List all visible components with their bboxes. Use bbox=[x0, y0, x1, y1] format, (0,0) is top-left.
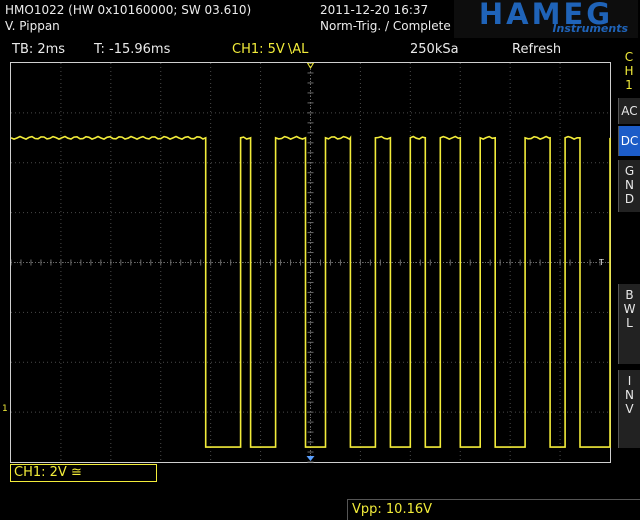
user-name: V. Pippan bbox=[5, 19, 60, 33]
inv-letter: I bbox=[627, 374, 632, 388]
inv-letter: V bbox=[625, 402, 634, 416]
gnd-letter: G bbox=[624, 164, 635, 178]
acquisition-mode[interactable]: Refresh bbox=[512, 41, 561, 59]
side-button-gnd[interactable]: G N D bbox=[618, 160, 640, 212]
info-bar: TB: 2ms T: -15.96ms CH1: 5V \AL 250kSa Re… bbox=[0, 41, 612, 59]
datetime: 2011-12-20 16:37 bbox=[320, 3, 429, 17]
timebase[interactable]: TB: 2ms bbox=[12, 41, 65, 59]
bwl-letter: L bbox=[626, 316, 633, 330]
ch-letter: H bbox=[624, 64, 634, 78]
ch1-trigger-text: CH1: 5V bbox=[232, 42, 285, 57]
time-offset[interactable]: T: -15.96ms bbox=[94, 41, 170, 59]
ch1-trigger-level[interactable]: CH1: 5V \AL bbox=[232, 41, 308, 59]
hameg-logo: HAMEG Instruments bbox=[454, 0, 638, 38]
vpp-measurement: Vpp: 10.16V bbox=[347, 499, 640, 520]
sample-rate: 250kSa bbox=[410, 42, 459, 57]
dc-label: DC bbox=[620, 134, 639, 148]
ch1-scale-box[interactable]: CH1: 2V ≅ bbox=[10, 464, 157, 482]
trigger-slope: \AL bbox=[287, 42, 309, 57]
waveform-display[interactable] bbox=[10, 62, 611, 463]
trigger-level-marker[interactable]: T bbox=[599, 258, 604, 267]
waveform-svg bbox=[11, 63, 611, 463]
coupling-symbol: ≅ bbox=[70, 465, 82, 480]
logo-subtext: Instruments bbox=[552, 22, 628, 35]
side-button-dc[interactable]: DC bbox=[618, 126, 640, 156]
ch-letter: C bbox=[624, 50, 634, 64]
inv-letter: N bbox=[625, 388, 634, 402]
side-button-ac[interactable]: AC bbox=[618, 98, 640, 124]
trigger-status: Norm-Trig. / Complete bbox=[320, 19, 451, 33]
side-ch1-label: C H 1 bbox=[618, 50, 640, 92]
device-info: HMO1022 (HW 0x10160000; SW 03.610) bbox=[5, 3, 252, 17]
side-button-inv[interactable]: I N V bbox=[618, 370, 640, 448]
ch-letter: 1 bbox=[625, 78, 633, 92]
side-button-bwl[interactable]: B W L bbox=[618, 284, 640, 364]
time-reference-marker bbox=[306, 456, 315, 461]
ch1-scale-text: CH1: 2V bbox=[14, 465, 67, 480]
bwl-letter: W bbox=[623, 302, 636, 316]
bwl-letter: B bbox=[625, 288, 634, 302]
ac-label: AC bbox=[621, 104, 638, 118]
gnd-letter: N bbox=[625, 178, 634, 192]
ch1-ground-marker[interactable]: 1 bbox=[2, 405, 8, 414]
gnd-letter: D bbox=[624, 192, 635, 206]
